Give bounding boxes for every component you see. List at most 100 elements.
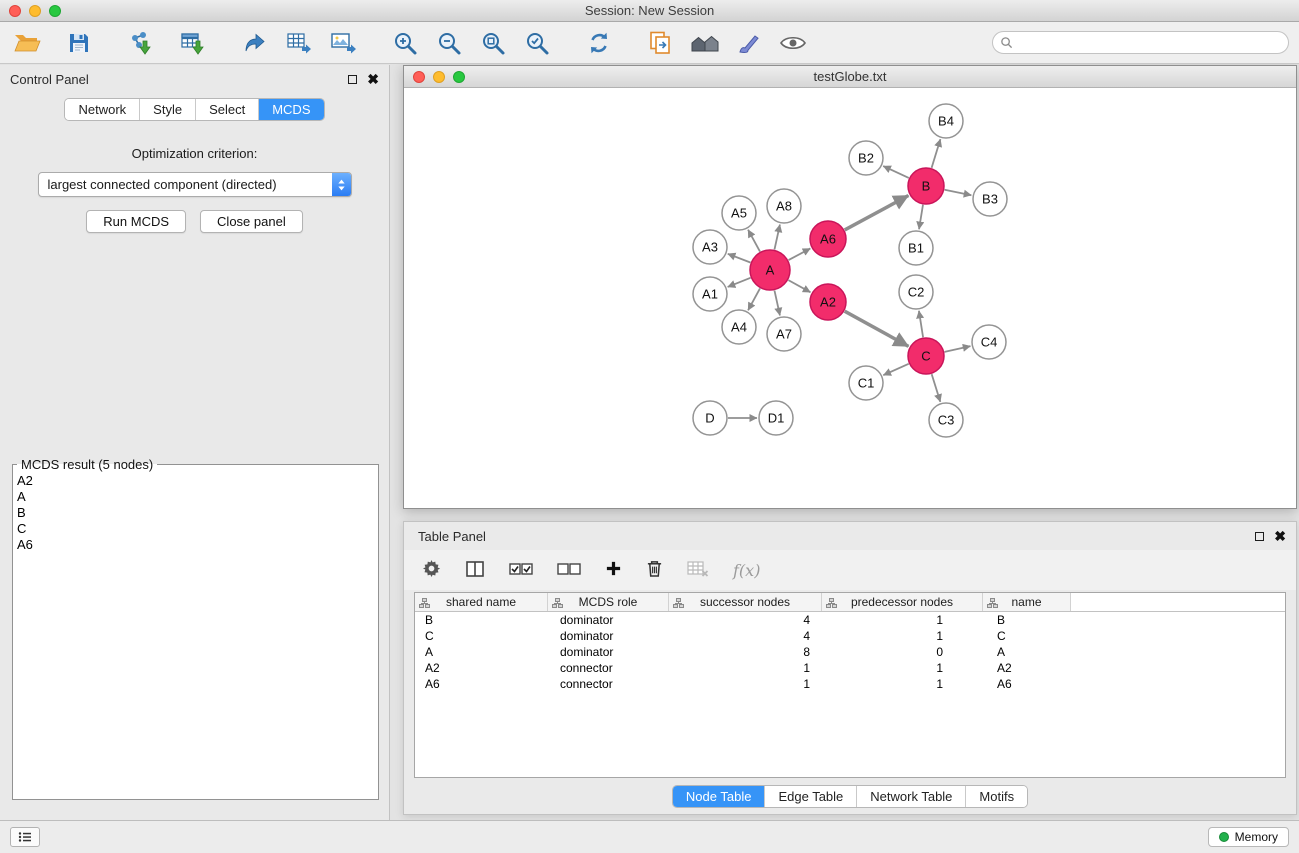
table-cell[interactable]: A2 bbox=[415, 661, 548, 675]
column-visibility-icon[interactable] bbox=[465, 560, 485, 581]
optimization-select[interactable]: largest connected component (directed) bbox=[38, 172, 352, 197]
table-cell[interactable]: 1 bbox=[822, 661, 983, 675]
table-tab-node-table[interactable]: Node Table bbox=[673, 786, 766, 807]
table-row[interactable]: Adominator80A bbox=[415, 644, 1285, 660]
export-image-icon[interactable] bbox=[328, 27, 358, 59]
node-B1[interactable]: B1 bbox=[899, 231, 933, 265]
edge-A-A1[interactable] bbox=[728, 278, 751, 287]
table-settings-icon[interactable] bbox=[422, 559, 441, 581]
node-D1[interactable]: D1 bbox=[759, 401, 793, 435]
float-panel-icon[interactable] bbox=[348, 75, 357, 84]
delete-row-icon[interactable] bbox=[646, 559, 663, 581]
select-all-icon[interactable] bbox=[509, 562, 533, 579]
node-A2[interactable]: A2 bbox=[810, 284, 846, 320]
mcds-result-item[interactable]: C bbox=[17, 521, 374, 537]
edge-C-C2[interactable] bbox=[919, 311, 923, 337]
table-cell[interactable]: 0 bbox=[822, 645, 983, 659]
home-icon[interactable] bbox=[690, 27, 720, 59]
tab-network[interactable]: Network bbox=[65, 99, 140, 120]
add-row-icon[interactable] bbox=[605, 560, 622, 580]
node-A5[interactable]: A5 bbox=[722, 196, 756, 230]
table-cell[interactable]: 4 bbox=[669, 613, 822, 627]
edge-A-A3[interactable] bbox=[728, 254, 751, 263]
node-A4[interactable]: A4 bbox=[722, 310, 756, 344]
table-cell[interactable]: connector bbox=[548, 677, 669, 691]
table-cell[interactable]: 4 bbox=[669, 629, 822, 643]
close-table-panel-icon[interactable]: ✖ bbox=[1274, 531, 1286, 541]
table-cell[interactable]: A6 bbox=[415, 677, 548, 691]
node-B3[interactable]: B3 bbox=[973, 182, 1007, 216]
float-table-panel-icon[interactable] bbox=[1255, 532, 1264, 541]
show-hide-icon[interactable] bbox=[778, 27, 808, 59]
task-history-button[interactable] bbox=[10, 827, 40, 847]
node-C[interactable]: C bbox=[908, 338, 944, 374]
node-C3[interactable]: C3 bbox=[929, 403, 963, 437]
table-cell[interactable]: A2 bbox=[983, 661, 1071, 675]
close-panel-icon[interactable]: ✖ bbox=[367, 74, 379, 84]
function-builder-icon[interactable]: f(x) bbox=[733, 561, 760, 580]
network-graph[interactable]: B4B2BB3A5A8A6A3B1AC2A1A2A4A7CC4C1C3DD1 bbox=[404, 88, 1296, 508]
run-mcds-button[interactable]: Run MCDS bbox=[86, 210, 186, 233]
zoom-button[interactable] bbox=[49, 5, 61, 17]
table-tab-motifs[interactable]: Motifs bbox=[966, 786, 1027, 807]
close-button[interactable] bbox=[9, 5, 21, 17]
edge-C-C4[interactable] bbox=[945, 346, 971, 352]
table-row[interactable]: A6connector11A6 bbox=[415, 676, 1285, 692]
delete-table-icon[interactable] bbox=[687, 560, 709, 581]
column-header-predecessor-nodes[interactable]: predecessor nodes bbox=[822, 593, 983, 611]
table-cell[interactable]: 1 bbox=[822, 613, 983, 627]
table-tab-network-table[interactable]: Network Table bbox=[857, 786, 966, 807]
node-A6[interactable]: A6 bbox=[810, 221, 846, 257]
zoom-selected-icon[interactable] bbox=[522, 27, 552, 59]
memory-button[interactable]: Memory bbox=[1208, 827, 1289, 847]
table-row[interactable]: Bdominator41B bbox=[415, 612, 1285, 628]
network-close-button[interactable] bbox=[413, 71, 425, 83]
import-table-icon[interactable] bbox=[178, 27, 208, 59]
search-input[interactable] bbox=[992, 31, 1289, 54]
table-cell[interactable]: 1 bbox=[822, 677, 983, 691]
minimize-button[interactable] bbox=[29, 5, 41, 17]
zoom-in-icon[interactable] bbox=[390, 27, 420, 59]
edge-C-C1[interactable] bbox=[883, 364, 908, 375]
node-B4[interactable]: B4 bbox=[929, 104, 963, 138]
edge-B-B4[interactable] bbox=[932, 139, 941, 168]
edge-B-B3[interactable] bbox=[945, 190, 972, 195]
edge-B-B2[interactable] bbox=[883, 166, 909, 178]
table-cell[interactable]: dominator bbox=[548, 629, 669, 643]
node-A[interactable]: A bbox=[750, 250, 790, 290]
table-cell[interactable]: dominator bbox=[548, 645, 669, 659]
import-network-icon[interactable] bbox=[126, 27, 156, 59]
table-cell[interactable]: 1 bbox=[669, 661, 822, 675]
table-cell[interactable]: A6 bbox=[983, 677, 1071, 691]
edge-A-A8[interactable] bbox=[774, 225, 779, 250]
node-B[interactable]: B bbox=[908, 168, 944, 204]
tab-select[interactable]: Select bbox=[196, 99, 259, 120]
table-cell[interactable]: B bbox=[415, 613, 548, 627]
mcds-result-item[interactable]: A bbox=[17, 489, 374, 505]
column-header-successor-nodes[interactable]: successor nodes bbox=[669, 593, 822, 611]
edge-A-A2[interactable] bbox=[788, 280, 810, 292]
edge-A2-C[interactable] bbox=[845, 311, 909, 346]
table-cell[interactable]: A bbox=[983, 645, 1071, 659]
export-table-icon[interactable] bbox=[284, 27, 314, 59]
first-neighbors-icon[interactable] bbox=[646, 27, 676, 59]
open-session-icon[interactable] bbox=[12, 27, 42, 59]
network-canvas[interactable]: B4B2BB3A5A8A6A3B1AC2A1A2A4A7CC4C1C3DD1 bbox=[404, 88, 1296, 508]
edge-A6-B[interactable] bbox=[845, 196, 909, 230]
tab-mcds[interactable]: MCDS bbox=[259, 99, 323, 120]
node-A1[interactable]: A1 bbox=[693, 277, 727, 311]
edge-A-A4[interactable] bbox=[748, 288, 760, 310]
zoom-fit-icon[interactable] bbox=[478, 27, 508, 59]
tab-style[interactable]: Style bbox=[140, 99, 196, 120]
column-header-MCDS-role[interactable]: MCDS role bbox=[548, 593, 669, 611]
node-A3[interactable]: A3 bbox=[693, 230, 727, 264]
table-cell[interactable]: 8 bbox=[669, 645, 822, 659]
table-row[interactable]: Cdominator41C bbox=[415, 628, 1285, 644]
table-cell[interactable]: dominator bbox=[548, 613, 669, 627]
deselect-all-icon[interactable] bbox=[557, 562, 581, 579]
node-C1[interactable]: C1 bbox=[849, 366, 883, 400]
table-cell[interactable]: A bbox=[415, 645, 548, 659]
column-header-shared-name[interactable]: shared name bbox=[415, 593, 548, 611]
node-A8[interactable]: A8 bbox=[767, 189, 801, 223]
table-cell[interactable]: B bbox=[983, 613, 1071, 627]
